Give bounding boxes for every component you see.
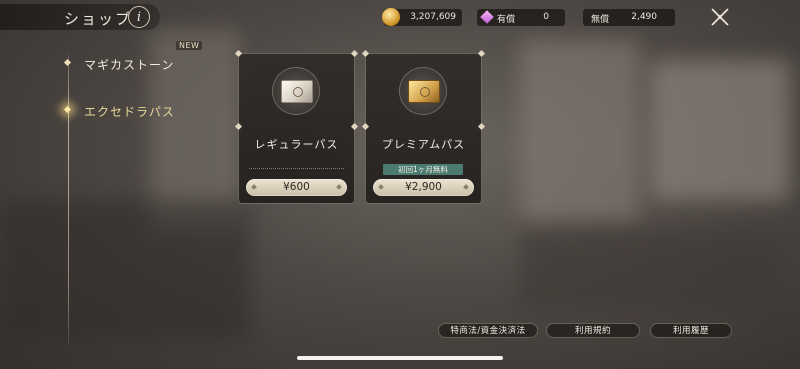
premium-pass-price-button[interactable]: ¥2,900 <box>373 179 474 196</box>
premium-pass-card[interactable]: プレミアムパス 初回1ヶ月無料 ¥2,900 <box>361 49 486 204</box>
silver-ticket-icon <box>281 80 313 103</box>
coin-balance-value: 3,207,609 <box>410 12 456 22</box>
gold-coin-icon <box>382 8 400 26</box>
coin-balance: 3,207,609 <box>382 8 462 26</box>
corner-ornament <box>361 49 370 58</box>
legal-notice-link[interactable]: 特商法/資金決済法 <box>438 323 538 338</box>
corner-ornament <box>350 122 359 131</box>
sidebar-item-label: エクセドラパス <box>84 105 175 119</box>
corner-ornament <box>350 49 359 58</box>
paid-gem-label: 有償 <box>497 15 516 25</box>
terms-of-use-link[interactable]: 利用規約 <box>546 323 640 338</box>
paid-gem-balance: 有償 0 <box>477 9 565 26</box>
top-bar: ショップ i 3,207,609 有償 0 無償 2,490 <box>0 0 800 34</box>
card-divider <box>249 168 344 169</box>
sidebar-item-label: マギカストーン <box>84 58 175 72</box>
gold-ticket-icon <box>408 80 440 103</box>
corner-ornament <box>361 122 370 131</box>
free-gem-label: 無償 <box>591 15 610 25</box>
background-blur <box>0 200 250 340</box>
paid-gem-value: 0 <box>543 12 549 22</box>
new-badge: NEW <box>176 41 203 50</box>
free-gem-balance: 無償 2,490 <box>583 9 675 26</box>
pass-icon-frame <box>399 67 447 115</box>
pink-gem-icon <box>480 10 494 24</box>
free-trial-badge: 初回1ヶ月無料 <box>383 164 463 175</box>
regular-pass-card[interactable]: レギュラーパス ¥600 <box>234 49 359 204</box>
info-button[interactable]: i <box>128 6 150 28</box>
regular-pass-price-button[interactable]: ¥600 <box>246 179 347 196</box>
pass-icon-frame <box>272 67 320 115</box>
page-title: ショップ <box>64 10 133 28</box>
card-title: プレミアムパス <box>381 138 466 151</box>
home-indicator[interactable] <box>297 356 503 360</box>
sidebar-dot-icon <box>63 58 72 67</box>
background-blur <box>520 40 640 220</box>
background-blur <box>650 60 790 200</box>
card-title: レギュラーパス <box>254 138 339 151</box>
close-icon <box>711 8 729 26</box>
sidebar-rail <box>68 55 69 345</box>
purchase-history-link[interactable]: 利用履歴 <box>650 323 732 338</box>
close-button[interactable] <box>708 6 732 30</box>
corner-ornament <box>477 49 486 58</box>
corner-ornament <box>477 122 486 131</box>
background-blur <box>520 230 780 310</box>
free-gem-value: 2,490 <box>631 12 657 22</box>
sidebar-dot-icon <box>63 105 72 114</box>
